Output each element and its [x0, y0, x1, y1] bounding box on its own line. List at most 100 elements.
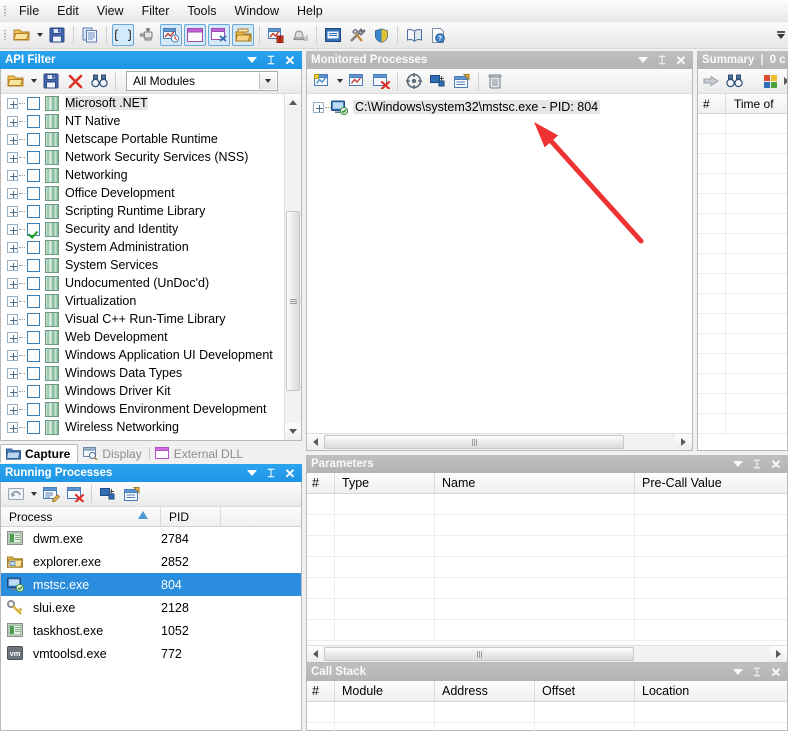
breakpoints-icon[interactable] — [289, 24, 311, 46]
tab-display[interactable]: Display — [78, 444, 148, 463]
expand-icon[interactable] — [313, 101, 324, 113]
tab-capture[interactable]: Capture — [0, 444, 79, 463]
table-row[interactable] — [307, 599, 787, 620]
expand-icon[interactable] — [7, 331, 18, 343]
close-icon[interactable]: ✕ — [770, 458, 782, 471]
tab-external-dll[interactable]: External DLL — [150, 444, 250, 463]
copy-icon[interactable] — [79, 24, 101, 46]
help-question-icon[interactable]: ? — [427, 24, 449, 46]
process-properties-icon[interactable] — [451, 70, 473, 92]
api-filter-checkbox[interactable] — [27, 330, 40, 344]
api-filter-checkbox[interactable] — [27, 114, 40, 128]
call-stack-column-address[interactable]: Address — [435, 681, 535, 701]
expand-icon[interactable] — [7, 223, 18, 235]
running-processes-caption[interactable]: Running Processes ⌶ ✕ — [0, 464, 302, 482]
save-icon[interactable] — [46, 24, 68, 46]
table-row[interactable] — [698, 334, 787, 354]
monitor-dropdown-icon[interactable] — [334, 70, 345, 92]
api-filter-tree-row[interactable]: Security and Identity — [1, 220, 284, 238]
stop-monitoring-icon[interactable] — [346, 70, 368, 92]
pin-icon[interactable]: ⌶ — [265, 54, 277, 66]
scroll-left-icon[interactable] — [307, 646, 324, 662]
table-row[interactable] — [307, 536, 787, 557]
api-filter-tree-row[interactable]: Wireless Networking — [1, 418, 284, 436]
api-filter-tree-row[interactable]: Windows Environment Development — [1, 400, 284, 418]
process-properties-icon[interactable] — [121, 483, 143, 505]
table-row[interactable] — [698, 134, 787, 154]
refresh-processes-icon[interactable] — [5, 483, 27, 505]
api-filter-tree-row[interactable]: System Services — [1, 256, 284, 274]
goto-call-icon[interactable] — [703, 70, 719, 92]
table-row[interactable] — [307, 557, 787, 578]
api-filter-checkbox[interactable] — [27, 222, 40, 236]
api-filter-checkbox[interactable] — [27, 294, 40, 308]
monitor-new-process-icon[interactable] — [311, 70, 333, 92]
api-filter-checkbox[interactable] — [27, 366, 40, 380]
column-header-process[interactable]: Process — [1, 507, 161, 526]
clear-filter-icon[interactable] — [64, 70, 86, 92]
clear-all-icon[interactable] — [484, 70, 506, 92]
expand-icon[interactable] — [7, 187, 18, 199]
detach-process-icon[interactable] — [64, 483, 86, 505]
monitored-processes-caption[interactable]: Monitored Processes ⌶ ✕ — [306, 51, 693, 69]
hscroll-thumb[interactable] — [324, 647, 634, 661]
table-row[interactable] — [307, 702, 787, 723]
chevron-down-icon[interactable] — [246, 467, 258, 479]
summary-column-index[interactable]: # — [698, 94, 726, 113]
call-stack-column-index[interactable]: # — [307, 681, 335, 701]
new-process-icon[interactable] — [427, 70, 449, 92]
table-row[interactable] — [307, 515, 787, 536]
table-row[interactable] — [698, 314, 787, 334]
output-window-icon[interactable] — [232, 24, 254, 46]
api-filter-tree-row[interactable]: Web Development — [1, 328, 284, 346]
expand-icon[interactable] — [7, 205, 18, 217]
api-filter-checkbox[interactable] — [27, 186, 40, 200]
api-filter-checkbox[interactable] — [27, 420, 40, 434]
open-filter-dropdown-icon[interactable] — [28, 70, 39, 92]
api-filter-tree-row[interactable]: System Administration — [1, 238, 284, 256]
expand-icon[interactable] — [7, 367, 18, 379]
parameters-column-type[interactable]: Type — [335, 473, 435, 493]
summary-column-time[interactable]: Time of — [726, 94, 787, 113]
table-row[interactable] — [698, 354, 787, 374]
save-filter-icon[interactable] — [40, 70, 62, 92]
pin-icon[interactable]: ⌶ — [751, 458, 763, 470]
columns-dropdown-icon[interactable] — [784, 70, 787, 92]
chevron-down-icon[interactable] — [732, 458, 744, 470]
table-row[interactable] — [698, 174, 787, 194]
monitored-process-row[interactable]: C:\Windows\system32\mstsc.exe - PID: 804 — [307, 97, 692, 117]
menu-help[interactable]: Help — [288, 1, 332, 21]
hscroll-thumb[interactable] — [324, 435, 624, 449]
expand-icon[interactable] — [7, 349, 18, 361]
api-filter-tree-row[interactable]: Undocumented (UnDoc'd) — [1, 274, 284, 292]
table-row[interactable] — [698, 254, 787, 274]
expand-icon[interactable] — [7, 277, 18, 289]
api-filter-vscrollbar[interactable] — [284, 94, 301, 440]
expand-icon[interactable] — [7, 385, 18, 397]
chevron-down-icon[interactable] — [732, 666, 744, 678]
api-filter-tree-row[interactable]: Windows Application UI Development — [1, 346, 284, 364]
open-filter-icon[interactable] — [5, 70, 27, 92]
scroll-right-icon[interactable] — [770, 646, 787, 662]
api-filter-checkbox[interactable] — [27, 312, 40, 326]
options-icon[interactable] — [346, 24, 368, 46]
api-filter-tree-row[interactable]: Scripting Runtime Library — [1, 202, 284, 220]
open-icon[interactable] — [11, 24, 33, 46]
monitored-processes-hscrollbar[interactable] — [307, 433, 692, 450]
toolbar-gripper[interactable] — [1, 26, 10, 44]
menu-edit[interactable]: Edit — [48, 1, 88, 21]
table-row[interactable]: taskhost.exe 1052 — [1, 619, 301, 642]
find-icon[interactable] — [726, 70, 743, 92]
table-row[interactable] — [698, 394, 787, 414]
expand-icon[interactable] — [7, 133, 18, 145]
scroll-up-icon[interactable] — [285, 94, 301, 111]
attach-process-icon[interactable] — [40, 483, 62, 505]
monitored-processes-window-icon[interactable] — [208, 24, 230, 46]
running-processes-list[interactable]: dwm.exe 2784 explorer.exe 2852 mstsc.exe 804 s… — [1, 527, 301, 665]
api-filter-checkbox[interactable] — [27, 348, 40, 362]
expand-icon[interactable] — [7, 241, 18, 253]
api-filter-checkbox[interactable] — [27, 132, 40, 146]
chevron-down-icon[interactable] — [637, 54, 649, 66]
parameters-caption[interactable]: Parameters ⌶ ✕ — [306, 455, 788, 473]
api-filter-tree-row[interactable]: Network Security Services (NSS) — [1, 148, 284, 166]
